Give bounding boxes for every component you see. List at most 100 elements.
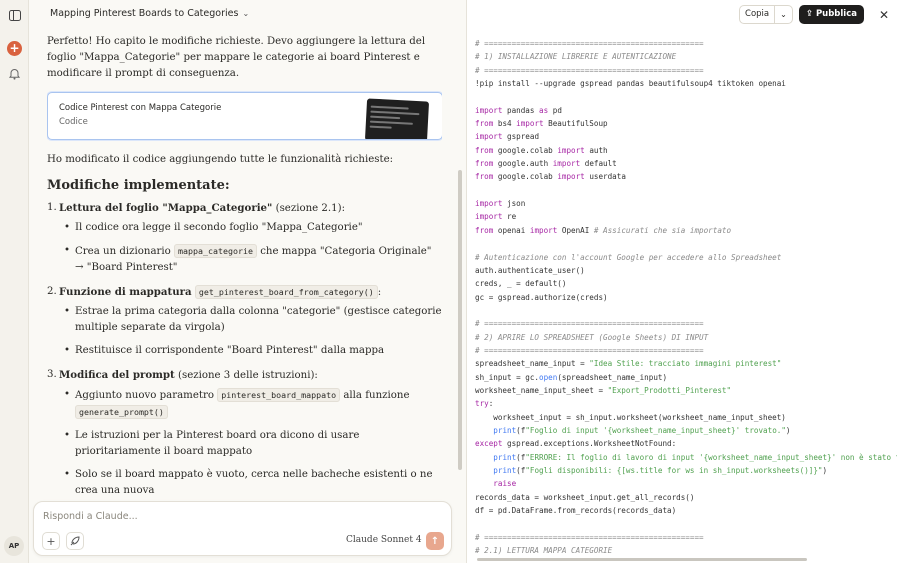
code-token: from [475, 172, 494, 182]
code-token: default [580, 159, 617, 169]
copy-options-chevron-icon[interactable]: ⌄ [774, 6, 792, 23]
chevron-down-icon: ⌄ [242, 9, 250, 18]
code-line: # 1) INSTALLAZIONE LIBRERIE E AUTENTICAZ… [475, 50, 897, 63]
bullet-item: Crea un dizionario mappa_categorie che m… [64, 243, 442, 276]
code-line: worksheet_input = sh_input.worksheet(wor… [475, 411, 897, 424]
code-token: except [475, 439, 503, 449]
code-editor[interactable]: # ======================================… [475, 37, 897, 557]
left-rail: + AP [0, 0, 29, 563]
bullet-text: Crea un dizionario [75, 246, 175, 257]
code-token: sh_input = gc. [475, 372, 540, 382]
new-chat-button[interactable]: + [7, 41, 22, 56]
publish-label: Pubblica [815, 9, 857, 19]
message-summary: Ho modificato il codice aggiungendo tutt… [47, 154, 394, 165]
code-token: # ======================================… [475, 345, 704, 355]
bullet-text: Aggiunto nuovo parametro [75, 390, 218, 401]
change-item-suffix: (sezione 2.1): [272, 203, 346, 214]
code-token: import [557, 145, 585, 155]
artifact-card[interactable]: Codice Pinterest con Mappa Categorie Cod… [47, 92, 442, 140]
bullet-item: Restituisce il corrispondente "Board Pin… [64, 343, 442, 359]
inline-code: get_pinterest_board_from_category() [194, 285, 378, 299]
code-line: # 2.1) LETTURA MAPPA CATEGORIE [475, 544, 897, 557]
code-line: auth.authenticate_user() [475, 264, 897, 277]
code-token: print [493, 425, 517, 435]
code-line: worksheet_name_input_sheet = "Export_Pro… [475, 384, 897, 397]
code-token: BeautifulSoup [543, 119, 608, 129]
code-line: from google.auth import default [475, 157, 897, 170]
bullet-text: Il codice ora legge il secondo foglio "M… [75, 222, 363, 233]
reply-input[interactable]: Rispondi a Claude... [43, 511, 138, 522]
bullet-item: Il codice ora legge il secondo foglio "M… [64, 220, 442, 236]
inline-code: generate_prompt() [75, 405, 168, 419]
code-line: df = pd.DataFrame.from_records(records_d… [475, 504, 897, 517]
code-token: auth.authenticate_user() [475, 265, 585, 275]
bullet-text: Restituisce il corrispondente "Board Pin… [75, 345, 385, 356]
code-line: # Autenticazione con l'account Google pe… [475, 251, 897, 264]
code-line: # ======================================… [475, 37, 897, 50]
code-line: # ======================================… [475, 344, 897, 357]
code-token: import [557, 172, 585, 182]
tools-button[interactable] [66, 532, 84, 550]
code-token: # Autenticazione con l'account Google pe… [475, 252, 782, 262]
code-line: import re [475, 210, 897, 223]
code-token: import [529, 225, 558, 235]
code-token: worksheet_input = sh_input.worksheet(wor… [475, 412, 786, 422]
publish-icon: ⇪ [805, 9, 813, 19]
code-token: "Export_Prodotti_Pinterest" [607, 385, 732, 395]
code-token: gspread [502, 132, 540, 142]
code-token: import [475, 212, 503, 222]
code-token: import [475, 199, 503, 209]
code-token: google.colab [493, 145, 558, 155]
sidebar-toggle-icon[interactable] [7, 8, 22, 23]
change-item-heading: Modifica del prompt (sezione 3 delle ist… [59, 367, 442, 384]
code-token: df = pd.DataFrame.from_records(records_d… [475, 506, 677, 516]
code-line: except gspread.exceptions.WorksheetNotFo… [475, 437, 897, 450]
code-token: "Foglio di input '{worksheet_name_input_… [525, 425, 786, 435]
close-icon[interactable]: ✕ [876, 8, 892, 22]
code-line: # ======================================… [475, 531, 897, 544]
user-avatar[interactable]: AP [4, 536, 24, 556]
model-name: Claude Sonnet 4 [346, 535, 422, 545]
chat-scrollbar[interactable] [458, 170, 462, 470]
inline-code: mappa_categorie [174, 244, 257, 258]
code-token: google.colab [493, 172, 558, 182]
code-token: gspread.exceptions.WorksheetNotFound: [502, 439, 677, 449]
change-item-title: Funzione di mappatura [59, 286, 192, 298]
code-line: spreadsheet_name_input = "Idea Stile: tr… [475, 357, 897, 370]
code-token: from [475, 225, 494, 235]
code-token: as [539, 105, 549, 115]
code-token: google.auth [493, 159, 553, 169]
changes-list: Lettura del foglio "Mappa_Categorie" (se… [47, 200, 442, 496]
code-token: : [488, 399, 494, 409]
artifact-toolbar: Copia ⌄ ⇪ Pubblica ✕ [739, 5, 892, 24]
code-token: pandas [502, 105, 540, 115]
attach-button[interactable]: + [42, 532, 60, 550]
code-line: from openai import OpenAI # Assicurati c… [475, 224, 897, 237]
message-composer[interactable]: Rispondi a Claude... + Claude Sonnet 4 ⌄… [33, 501, 452, 556]
change-bullets: Estrae la prima categoria dalla colonna … [64, 304, 442, 359]
code-token: raise [493, 479, 517, 489]
change-item: Modifica del prompt (sezione 3 delle ist… [47, 367, 442, 496]
code-line: !pip install --upgrade gspread pandas be… [475, 77, 897, 90]
code-token: from [475, 119, 494, 129]
code-token: re [502, 212, 517, 222]
code-token: json [502, 199, 526, 209]
model-selector[interactable]: Claude Sonnet 4 ⌄ [346, 535, 432, 545]
code-line: try: [475, 397, 897, 410]
bullet-text: Le istruzioni per la Pinterest board ora… [75, 430, 360, 457]
code-horizontal-scrollbar[interactable] [477, 558, 807, 561]
change-item-suffix: (sezione 3 delle istruzioni): [174, 370, 318, 381]
change-item-heading: Funzione di mappatura get_pinterest_boar… [59, 284, 442, 301]
conversation-title-dropdown[interactable]: Mapping Pinterest Boards to Categories ⌄ [50, 8, 249, 19]
code-line: import json [475, 197, 897, 210]
publish-button[interactable]: ⇪ Pubblica [798, 5, 864, 24]
change-item-suffix: : [377, 287, 382, 298]
send-button[interactable]: ↑ [426, 532, 444, 550]
notifications-icon[interactable] [7, 66, 22, 81]
bullet-text: Solo se il board mappato è vuoto, cerca … [75, 469, 433, 496]
copy-button[interactable]: Copia [740, 6, 774, 23]
code-line: from bs4 import BeautifulSoup [475, 117, 897, 130]
code-token: records_data = worksheet_input.get_all_r… [475, 492, 695, 502]
